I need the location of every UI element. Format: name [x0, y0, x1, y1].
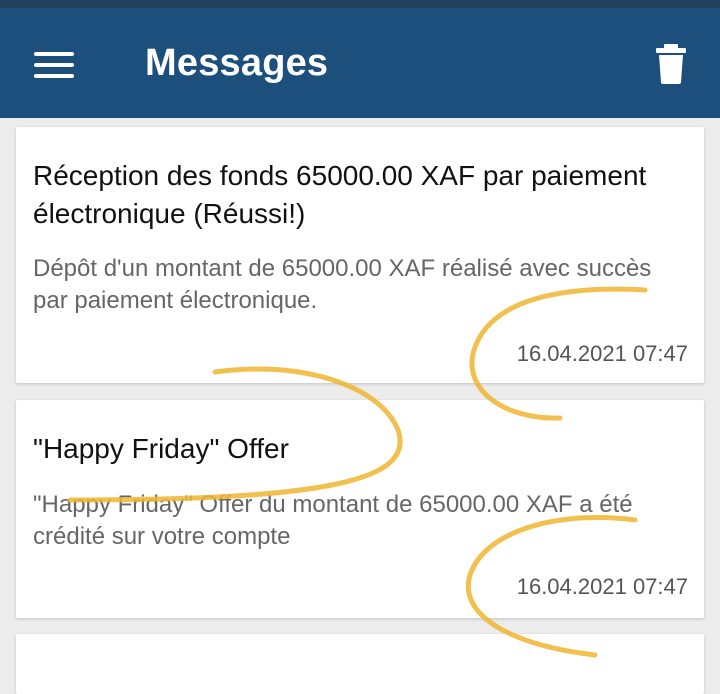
- message-title: "Happy Friday" Offer: [33, 433, 289, 464]
- message-timestamp: 16.04.2021 07:47: [516, 574, 688, 599]
- trash-icon[interactable]: [654, 44, 688, 84]
- app-bar: Messages: [0, 8, 720, 118]
- status-bar: [0, 0, 720, 8]
- message-card[interactable]: Réception des fonds 65000.00 XAF par pai…: [16, 127, 704, 383]
- message-body: "Happy Friday" Offer du montant de 65000…: [33, 491, 633, 550]
- message-card[interactable]: "Happy Friday" Offer "Happy Friday" Offe…: [16, 400, 704, 618]
- hamburger-menu-icon[interactable]: [34, 48, 76, 82]
- message-card-partial[interactable]: [16, 634, 704, 694]
- message-timestamp: 16.04.2021 07:47: [516, 341, 688, 366]
- message-title: Réception des fonds 65000.00 XAF par pai…: [33, 160, 647, 229]
- message-body: Dépôt d'un montant de 65000.00 XAF réali…: [33, 255, 652, 314]
- page-title: Messages: [145, 42, 329, 84]
